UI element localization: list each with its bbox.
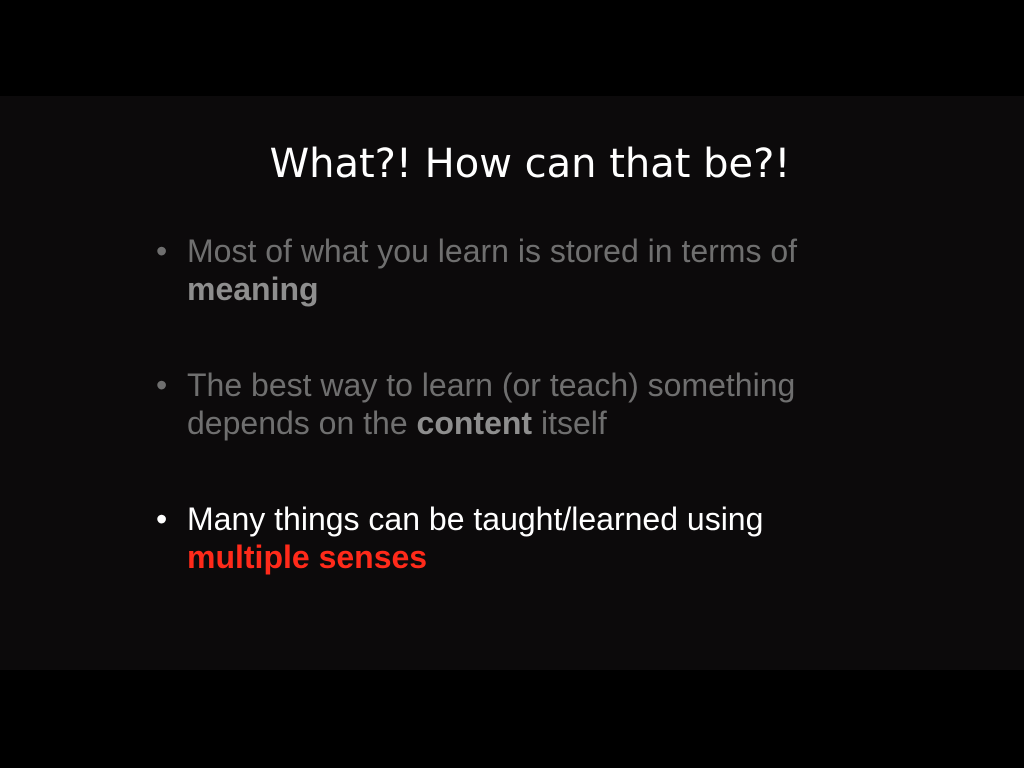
- bullet-text: Most of what you learn is stored in term…: [187, 232, 867, 308]
- bullet-text: The best way to learn (or teach) somethi…: [187, 366, 867, 442]
- presentation-slide: What?! How can that be?! • Most of what …: [0, 96, 1024, 670]
- bullet-emphasis: content: [416, 405, 533, 441]
- letterbox-bottom: [0, 670, 1024, 768]
- bullet-emphasis-highlight: multiple senses: [187, 539, 428, 575]
- bullet-marker: •: [156, 233, 168, 269]
- bullet-text: Many things can be taught/learned using …: [187, 500, 867, 576]
- bullet-emphasis: meaning: [187, 271, 319, 307]
- slide-title: What?! How can that be?!: [269, 141, 791, 187]
- bullet-marker: •: [156, 367, 168, 403]
- bullet-text-plain: Many things can be taught/learned using: [187, 501, 764, 537]
- bullet-marker: •: [156, 501, 168, 537]
- bullet-text-plain: Most of what you learn is stored in term…: [187, 233, 798, 269]
- bullet-text-tail: itself: [532, 405, 607, 441]
- letterbox-top: [0, 0, 1024, 96]
